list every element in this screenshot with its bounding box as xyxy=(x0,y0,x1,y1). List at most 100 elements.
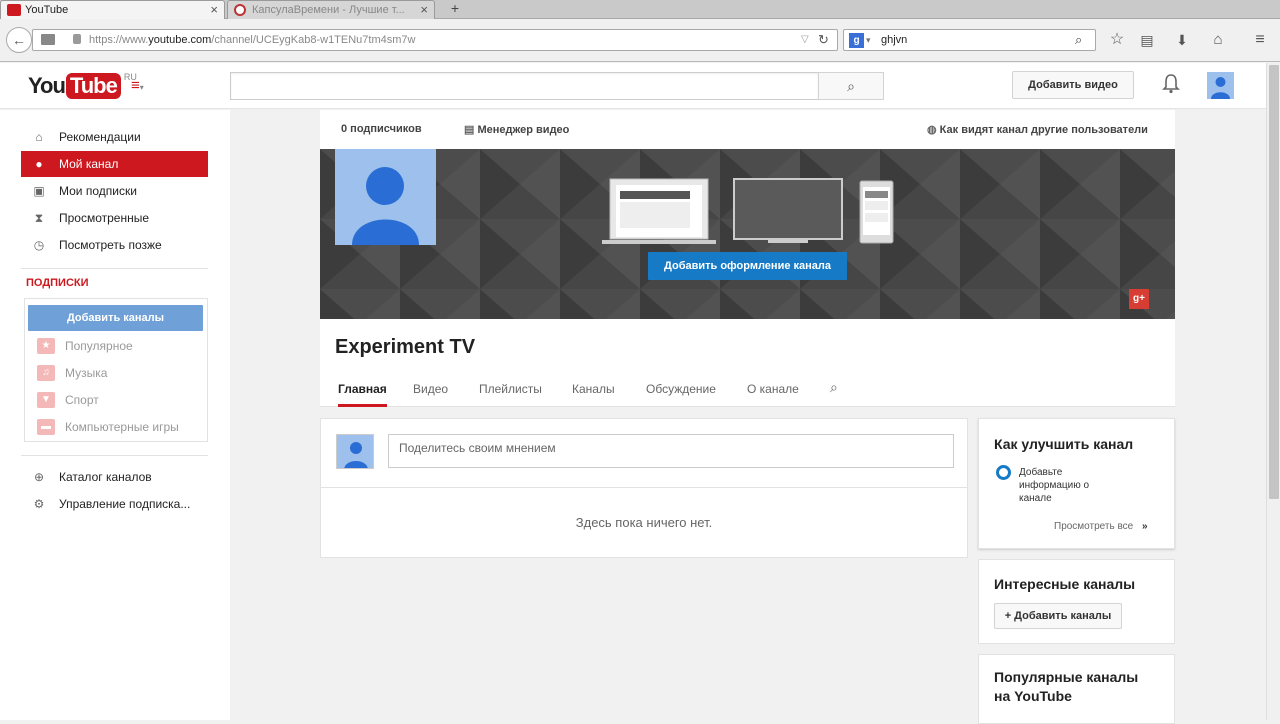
sidebar-item-channel-catalog[interactable]: ⊕ Каталог каналов xyxy=(21,464,208,490)
search-icon[interactable]: ⌕ xyxy=(1075,30,1082,50)
popular-channels-card: Популярные каналы на YouTube xyxy=(978,654,1175,724)
sidebar-item-my-channel[interactable]: ● Мой канал xyxy=(21,151,208,177)
browser-tab-bar: YouTube × КапсулаВремени - Лучшие т... ×… xyxy=(0,0,1280,19)
youtube-search-button[interactable]: ⌕ xyxy=(818,72,884,100)
browser-tab-kapsula[interactable]: КапсулаВремени - Лучшие т... × xyxy=(227,0,435,19)
channel-header: Experiment TV Главная Видео Плейлисты Ка… xyxy=(320,319,1175,407)
tab-title: КапсулаВремени - Лучшие т... xyxy=(252,4,405,16)
menu-icon[interactable]: ≡ xyxy=(1248,27,1272,53)
add-channels-button[interactable]: Добавить каналы xyxy=(28,305,203,331)
category-popular[interactable]: ★ Популярное xyxy=(25,333,207,359)
add-info-task[interactable]: Добавьте информацию о канале xyxy=(1019,466,1089,505)
category-music[interactable]: ♫ Музыка xyxy=(25,360,207,386)
tab-about[interactable]: О канале xyxy=(747,382,799,407)
user-icon: ● xyxy=(35,157,43,171)
account-avatar[interactable] xyxy=(1207,72,1234,99)
channel-avatar[interactable] xyxy=(335,149,436,245)
url-host: youtube.com xyxy=(148,34,212,46)
sidebar-item-history[interactable]: ⧗ Просмотренные xyxy=(21,205,208,231)
guide-sidebar: ⌂ Рекомендации ● Мой канал ▣ Мои подписк… xyxy=(0,110,230,720)
improve-channel-title: Как улучшить канал xyxy=(994,436,1134,452)
trophy-icon: ▼ xyxy=(37,392,55,408)
discussion-feed: Поделитесь своим мнением Здесь пока ниче… xyxy=(320,418,968,558)
tab-channels[interactable]: Каналы xyxy=(572,382,615,407)
clock-icon: ◷ xyxy=(33,238,45,252)
double-chevron-right-icon: » xyxy=(1142,521,1148,532)
tab-playlists[interactable]: Плейлисты xyxy=(479,382,542,407)
gear-icon: ⚙ xyxy=(33,497,45,511)
tab-discussion[interactable]: Обсуждение xyxy=(646,382,716,407)
dropdown-arrow-icon[interactable]: ▽ xyxy=(801,30,809,50)
bookmarks-list-icon[interactable]: ▤ xyxy=(1136,27,1158,53)
subscriber-count: 0 подписчиков xyxy=(341,123,422,135)
home-icon: ⌂ xyxy=(35,130,43,144)
arrow-left-icon: ← xyxy=(12,32,26,48)
google-plus-icon[interactable]: g+ xyxy=(1129,289,1149,309)
radio-circle-icon[interactable] xyxy=(996,465,1011,480)
upload-video-button[interactable]: Добавить видео xyxy=(1012,71,1134,99)
notifications-bell-icon[interactable] xyxy=(1161,73,1181,97)
close-tab-icon[interactable]: × xyxy=(420,2,428,17)
channel-name: Experiment TV xyxy=(335,336,476,358)
hourglass-icon: ⧗ xyxy=(34,211,44,225)
view-as-label: Как видят канал другие пользователи xyxy=(939,124,1148,136)
comment-input[interactable]: Поделитесь своим мнением xyxy=(388,434,954,468)
youtube-logo[interactable]: You Tube RU xyxy=(28,72,137,100)
chevron-down-icon[interactable]: ▾ xyxy=(866,30,871,50)
category-sport[interactable]: ▼ Спорт xyxy=(25,387,207,413)
popular-channels-title: Популярные каналы на YouTube xyxy=(994,668,1138,706)
address-bar[interactable]: https://www.youtube.com/channel/UCEygKab… xyxy=(32,29,838,51)
sidebar-item-manage-subscriptions[interactable]: ⚙ Управление подписка... xyxy=(21,491,208,517)
tab-home[interactable]: Главная xyxy=(338,382,387,407)
bookmark-star-icon[interactable]: ☆ xyxy=(1106,27,1128,53)
sidebar-item-recommendations[interactable]: ⌂ Рекомендации xyxy=(21,124,208,150)
video-manager-link[interactable]: ▤ Менеджер видео xyxy=(464,123,569,136)
divider xyxy=(21,268,208,269)
video-manager-icon: ▤ xyxy=(464,124,475,136)
user-silhouette-icon xyxy=(344,442,368,468)
logo-tube: Tube xyxy=(65,73,121,99)
scrollbar-thumb[interactable] xyxy=(1269,65,1279,499)
guide-menu-icon[interactable]: ≡▾ xyxy=(131,77,144,94)
downloads-icon[interactable]: ⬇ xyxy=(1171,27,1193,53)
title-line: на YouTube xyxy=(994,688,1072,704)
subscriptions-icon: ▣ xyxy=(33,184,45,198)
channel-search-icon[interactable]: ⌕ xyxy=(830,379,838,404)
page-scrollbar[interactable] xyxy=(1266,63,1280,720)
sidebar-item-label: Мои подписки xyxy=(59,184,137,198)
subscriptions-heading[interactable]: ПОДПИСКИ xyxy=(26,277,89,289)
add-channels-button[interactable]: + Добавить каналы xyxy=(994,603,1122,629)
page-info-icon[interactable] xyxy=(41,34,55,45)
title-line: Популярные каналы xyxy=(994,669,1139,685)
view-all-link[interactable]: Просмотреть все » xyxy=(1054,521,1148,532)
category-games[interactable]: ▬ Компьютерные игры xyxy=(25,414,207,440)
google-icon[interactable]: g xyxy=(849,33,864,48)
banner-pattern xyxy=(320,149,1175,319)
gamepad-icon: ▬ xyxy=(37,419,55,435)
home-icon[interactable]: ⌂ xyxy=(1207,27,1229,53)
view-as-link[interactable]: ◍ Как видят канал другие пользователи xyxy=(927,123,1148,136)
browser-search-field[interactable]: g ▾ ghjvn ⌕ xyxy=(843,29,1096,51)
reload-icon[interactable]: ↻ xyxy=(818,30,829,50)
back-button[interactable]: ← xyxy=(6,27,32,53)
new-tab-button[interactable]: + xyxy=(446,0,464,19)
category-label: Спорт xyxy=(65,393,99,407)
sidebar-item-label: Управление подписка... xyxy=(59,497,191,511)
add-channel-art-button[interactable]: Добавить оформление канала xyxy=(648,252,847,280)
sidebar-item-watch-later[interactable]: ◷ Посмотреть позже xyxy=(21,232,208,258)
youtube-header: You Tube RU ≡▾ ⌕ Добавить видео xyxy=(0,63,1266,109)
empty-feed-message: Здесь пока ничего нет. xyxy=(575,515,713,530)
browser-tab-youtube[interactable]: YouTube × xyxy=(0,0,225,19)
interesting-channels-card: Интересные каналы + Добавить каналы xyxy=(978,559,1175,644)
video-manager-label: Менеджер видео xyxy=(477,124,570,136)
search-text: ghjvn xyxy=(881,34,908,46)
youtube-favicon-icon xyxy=(7,4,21,16)
tab-videos[interactable]: Видео xyxy=(413,382,448,407)
lock-icon xyxy=(73,34,81,44)
sidebar-item-subscriptions[interactable]: ▣ Мои подписки xyxy=(21,178,208,204)
close-tab-icon[interactable]: × xyxy=(210,2,218,17)
youtube-search-input[interactable] xyxy=(230,72,819,100)
url-path: /channel/UCEygKab8-w1TENu7tm4sm7w xyxy=(211,34,416,46)
browser-nav-bar: ← https://www.youtube.com/channel/UCEygK… xyxy=(0,19,1280,62)
star-icon: ★ xyxy=(37,338,55,354)
